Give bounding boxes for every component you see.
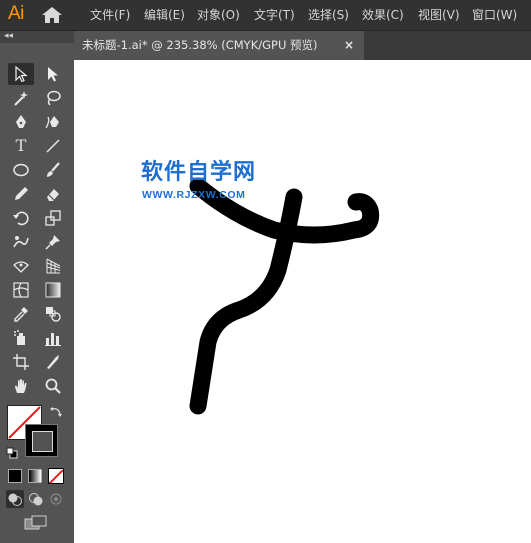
direct-selection-tool-icon[interactable] — [40, 63, 66, 85]
free-transform-tool-icon[interactable] — [8, 255, 34, 277]
stroke-swatch[interactable] — [25, 424, 58, 457]
watermark-url: WWW.RJZXW.COM — [142, 189, 246, 201]
menu-file[interactable]: 文件(F) — [90, 7, 130, 23]
column-graph-tool-icon[interactable] — [40, 327, 66, 349]
collapse-panel-icon[interactable]: ◂◂ — [4, 30, 13, 42]
tools-panel-header[interactable]: ◂◂ — [0, 31, 74, 43]
artboard-canvas[interactable]: 软件自学网 WWW.RJZXW.COM — [74, 60, 531, 543]
eyedropper-tool-icon[interactable] — [8, 303, 34, 325]
gradient-tool-icon[interactable] — [40, 279, 66, 301]
home-icon[interactable] — [41, 6, 63, 24]
rotate-tool-icon[interactable] — [8, 207, 34, 229]
menu-type[interactable]: 文字(T) — [254, 7, 295, 23]
default-fill-stroke-icon[interactable] — [6, 444, 18, 459]
curvature-tool-icon[interactable] — [40, 111, 66, 133]
color-mode-button[interactable] — [8, 469, 22, 483]
pencil-tool-icon[interactable] — [8, 183, 34, 205]
menu-select[interactable]: 选择(S) — [308, 7, 349, 23]
hand-tool-icon[interactable] — [8, 375, 34, 397]
draw-normal-icon[interactable] — [6, 490, 24, 508]
type-tool-icon[interactable]: T — [8, 135, 34, 157]
selection-tool-icon[interactable] — [8, 63, 34, 85]
paintbrush-tool-icon[interactable] — [40, 159, 66, 181]
eraser-tool-icon[interactable] — [40, 183, 66, 205]
document-tab[interactable]: 未标题-1.ai* @ 235.38% (CMYK/GPU 预览) × — [74, 31, 364, 60]
close-icon[interactable]: × — [344, 31, 354, 60]
menu-view[interactable]: 视图(V) — [418, 7, 460, 23]
line-segment-tool-icon[interactable] — [40, 135, 66, 157]
menu-object[interactable]: 对象(O) — [197, 7, 240, 23]
tools-panel: ◂◂ T — [0, 31, 74, 543]
mesh-tool-icon[interactable] — [8, 279, 34, 301]
lasso-tool-icon[interactable] — [40, 87, 66, 109]
blend-tool-icon[interactable] — [40, 303, 66, 325]
perspective-grid-tool-icon[interactable] — [40, 255, 66, 277]
none-mode-button[interactable] — [48, 468, 64, 484]
gradient-mode-button[interactable] — [28, 469, 42, 483]
menu-edit[interactable]: 编辑(E) — [144, 7, 185, 23]
scale-tool-icon[interactable] — [40, 207, 66, 229]
ellipse-tool-icon[interactable] — [8, 159, 34, 181]
menu-effect[interactable]: 效果(C) — [362, 7, 404, 23]
app-logo: Ai — [8, 3, 24, 24]
watermark-text: 软件自学网 — [141, 160, 257, 185]
draw-behind-icon[interactable] — [27, 490, 45, 508]
document-tab-bar: 未标题-1.ai* @ 235.38% (CMYK/GPU 预览) × — [74, 31, 531, 60]
document-tab-title: 未标题-1.ai* @ 235.38% (CMYK/GPU 预览) — [82, 38, 318, 52]
symbol-sprayer-tool-icon[interactable] — [8, 327, 34, 349]
screen-mode-icon[interactable] — [24, 515, 48, 531]
artboard-tool-icon[interactable] — [8, 351, 34, 373]
magic-wand-tool-icon[interactable] — [8, 87, 34, 109]
menu-window[interactable]: 窗口(W) — [472, 7, 517, 23]
puppet-warp-tool-icon[interactable] — [8, 231, 34, 253]
pin-tool-icon[interactable] — [40, 231, 66, 253]
swap-fill-stroke-icon[interactable] — [49, 404, 63, 418]
pen-tool-icon[interactable] — [8, 111, 34, 133]
brush-stroke[interactable] — [189, 188, 303, 415]
artwork[interactable] — [74, 60, 531, 543]
illustrator-window: Ai 文件(F) 编辑(E) 对象(O) 文字(T) 选择(S) 效果(C) 视… — [0, 0, 531, 543]
slice-tool-icon[interactable] — [40, 351, 66, 373]
draw-inside-icon[interactable] — [47, 490, 65, 508]
zoom-tool-icon[interactable] — [40, 375, 66, 397]
menu-bar: Ai 文件(F) 编辑(E) 对象(O) 文字(T) 选择(S) 效果(C) 视… — [0, 0, 531, 31]
